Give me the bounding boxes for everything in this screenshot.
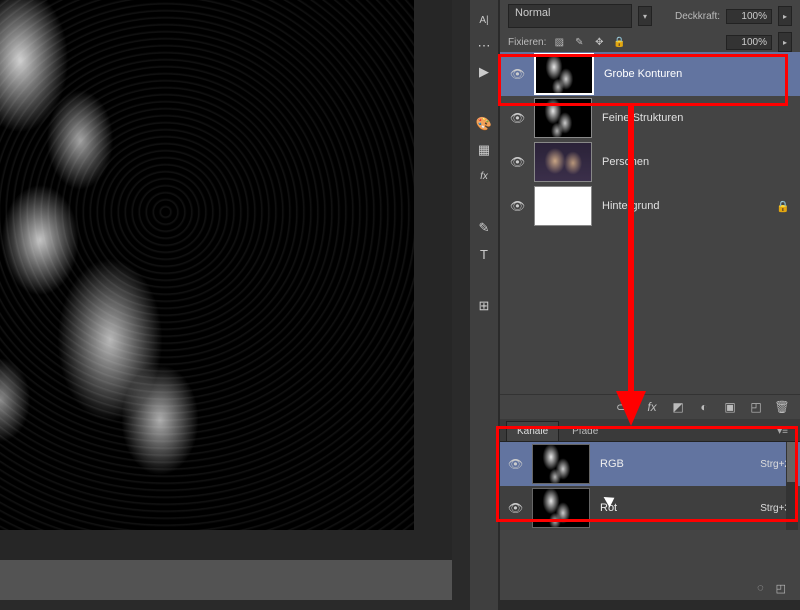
trash-icon[interactable]: 🗑 <box>774 399 790 415</box>
tab-paths[interactable]: Pfade <box>561 421 609 441</box>
opacity-label: Deckkraft: <box>675 11 720 22</box>
layers-list: 👁 Grobe Konturen 👁 Feine Strukturen 👁 Pe… <box>500 52 800 228</box>
visibility-toggle-icon[interactable]: 👁 <box>510 67 524 81</box>
side-toolstrip: A| ⋯ ▶ 🎨 ▦ fx ✎ T ⊞ <box>470 0 498 610</box>
layer-thumbnail[interactable] <box>534 53 594 95</box>
blend-mode-dropdown-icon[interactable]: ▾ <box>638 6 652 26</box>
channel-row[interactable]: 👁 RGB Strg+2 <box>500 442 800 486</box>
layer-row[interactable]: 👁 Grobe Konturen <box>500 52 800 96</box>
layer-thumbnail[interactable] <box>534 186 592 226</box>
channel-row[interactable]: 👁 Rot Strg+3 <box>500 486 800 530</box>
play-icon[interactable]: ▶ <box>474 62 494 82</box>
layer-row[interactable]: 👁 Feine Strukturen <box>500 96 800 140</box>
fx-icon[interactable]: fx <box>644 399 660 415</box>
opacity-dropdown-icon[interactable]: ▸ <box>778 6 792 26</box>
layers-header: Normal ▾ Deckkraft: 100% ▸ <box>500 0 800 32</box>
lock-all-icon[interactable]: 🔒 <box>612 35 626 49</box>
layers-footer: ⊂⊃ fx ◩ ◐ ▣ ◰ 🗑 <box>500 395 800 419</box>
channel-name: Rot <box>600 502 750 514</box>
channel-name: RGB <box>600 458 750 470</box>
layer-row[interactable]: 👁 Hintergrund 🔒 <box>500 184 800 228</box>
layer-thumbnail[interactable] <box>534 98 592 138</box>
lock-position-icon[interactable]: ✥ <box>592 35 606 49</box>
tab-channels[interactable]: Kanäle <box>506 421 559 441</box>
new-channel-icon[interactable]: ◰ <box>776 582 786 595</box>
panel-icon[interactable]: ⊞ <box>474 296 494 316</box>
channels-footer: ◌ ◰ 🗑 <box>500 576 800 600</box>
fill-dropdown-icon[interactable]: ▸ <box>778 32 792 52</box>
layer-name[interactable]: Personen <box>602 156 649 168</box>
canvas-area <box>0 0 452 560</box>
lock-paint-icon[interactable]: ✎ <box>572 35 586 49</box>
brush-icon[interactable]: ✎ <box>474 218 494 238</box>
fx-icon[interactable]: fx <box>474 166 494 186</box>
layers-empty-area <box>500 228 800 395</box>
layer-name[interactable]: Grobe Konturen <box>604 68 682 80</box>
canvas-bg-strip <box>0 560 452 600</box>
layer-name[interactable]: Feine Strukturen <box>602 112 683 124</box>
text-icon[interactable]: T <box>474 244 494 264</box>
visibility-toggle-icon[interactable]: 👁 <box>510 111 524 125</box>
visibility-toggle-icon[interactable]: 👁 <box>510 199 524 213</box>
layer-thumbnail[interactable] <box>534 142 592 182</box>
swatches-icon[interactable]: 🎨 <box>474 114 494 134</box>
layer-name[interactable]: Hintergrund <box>602 200 659 212</box>
options-icon[interactable]: ⋯ <box>474 36 494 56</box>
link-icon[interactable]: ⊂⊃ <box>618 399 634 415</box>
layer-row[interactable]: 👁 Personen <box>500 140 800 184</box>
lock-icon: 🔒 <box>776 200 790 213</box>
new-layer-icon[interactable]: ◰ <box>748 399 764 415</box>
channels-tab-bar: Kanäle Pfade ▾≡ <box>500 419 800 442</box>
visibility-toggle-icon[interactable]: 👁 <box>508 457 522 471</box>
lock-row: Fixieren: ▨ ✎ ✥ 🔒 100% ▸ <box>500 32 800 52</box>
type-tool-icon[interactable]: A| <box>474 10 494 30</box>
group-icon[interactable]: ▣ <box>722 399 738 415</box>
opacity-input[interactable]: 100% <box>726 9 772 24</box>
visibility-toggle-icon[interactable]: 👁 <box>508 501 522 515</box>
channels-list: 👁 RGB Strg+2 👁 Rot Strg+3 <box>500 442 800 530</box>
panel-menu-icon[interactable]: ▾≡ <box>771 422 794 441</box>
mask-icon[interactable]: ◩ <box>670 399 686 415</box>
adjustment-icon[interactable]: ◐ <box>696 399 712 415</box>
document-preview[interactable] <box>0 0 414 530</box>
channels-scrollbar[interactable] <box>786 442 798 530</box>
channel-thumbnail[interactable] <box>532 444 590 484</box>
fill-input[interactable]: 100% <box>726 35 772 50</box>
load-selection-icon[interactable]: ◌ <box>757 582 764 594</box>
lock-transparent-icon[interactable]: ▨ <box>552 35 566 49</box>
blend-mode-select[interactable]: Normal <box>508 4 632 28</box>
grid-icon[interactable]: ▦ <box>474 140 494 160</box>
right-panels: Normal ▾ Deckkraft: 100% ▸ Fixieren: ▨ ✎… <box>500 0 800 600</box>
channel-thumbnail[interactable] <box>532 488 590 528</box>
lock-label: Fixieren: <box>508 37 546 48</box>
visibility-toggle-icon[interactable]: 👁 <box>510 155 524 169</box>
